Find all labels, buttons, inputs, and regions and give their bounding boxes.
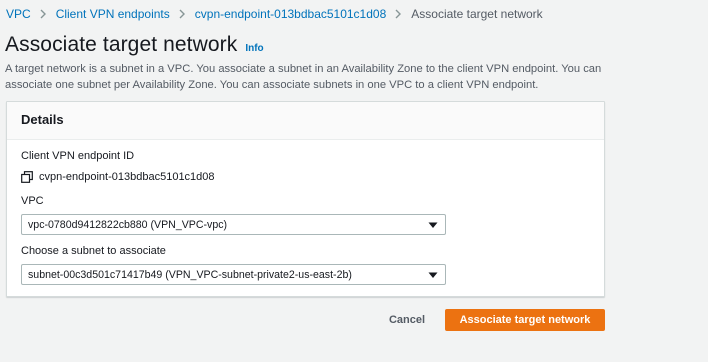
breadcrumb-vpc[interactable]: VPC (6, 7, 31, 21)
chevron-right-icon (395, 9, 402, 19)
page-header: Associate target network Info (5, 33, 264, 57)
subnet-select[interactable]: subnet-00c3d501c71417b49 (VPN_VPC-subnet… (21, 264, 446, 285)
page-description: A target network is a subnet in a VPC. Y… (5, 63, 602, 91)
cancel-button[interactable]: Cancel (379, 309, 435, 331)
endpoint-id-value: cvpn-endpoint-013bdbac5101c1d08 (39, 171, 215, 183)
subnet-select-value: subnet-00c3d501c71417b49 (VPN_VPC-subnet… (28, 268, 352, 281)
caret-down-icon (427, 269, 439, 281)
info-link[interactable]: Info (245, 43, 263, 54)
endpoint-id-label: Client VPN endpoint ID (21, 150, 135, 162)
vpc-select-value: vpc-0780d9412822cb880 (VPN_VPC-vpc) (28, 218, 228, 231)
details-panel: Details Client VPN endpoint ID cvpn-endp… (6, 101, 605, 297)
form-actions: Cancel Associate target network (0, 309, 708, 331)
vpc-select[interactable]: vpc-0780d9412822cb880 (VPN_VPC-vpc) (21, 214, 446, 235)
breadcrumb-endpoint-id[interactable]: cvpn-endpoint-013bdbac5101c1d08 (195, 7, 387, 21)
breadcrumb: VPC Client VPN endpoints cvpn-endpoint-0… (6, 7, 543, 21)
breadcrumb-current: Associate target network (411, 7, 543, 21)
breadcrumb-client-vpn-endpoints[interactable]: Client VPN endpoints (56, 7, 170, 21)
copy-icon[interactable] (21, 171, 33, 183)
associate-target-network-button[interactable]: Associate target network (445, 309, 605, 331)
page-title: Associate target network (5, 33, 238, 56)
subnet-label: Choose a subnet to associate (21, 245, 166, 257)
details-title: Details (21, 112, 64, 127)
caret-down-icon (427, 219, 439, 231)
endpoint-id-value-row: cvpn-endpoint-013bdbac5101c1d08 (21, 171, 215, 183)
chevron-right-icon (179, 9, 186, 19)
chevron-right-icon (40, 9, 47, 19)
vpc-label: VPC (21, 195, 44, 207)
details-panel-header: Details (7, 102, 604, 140)
